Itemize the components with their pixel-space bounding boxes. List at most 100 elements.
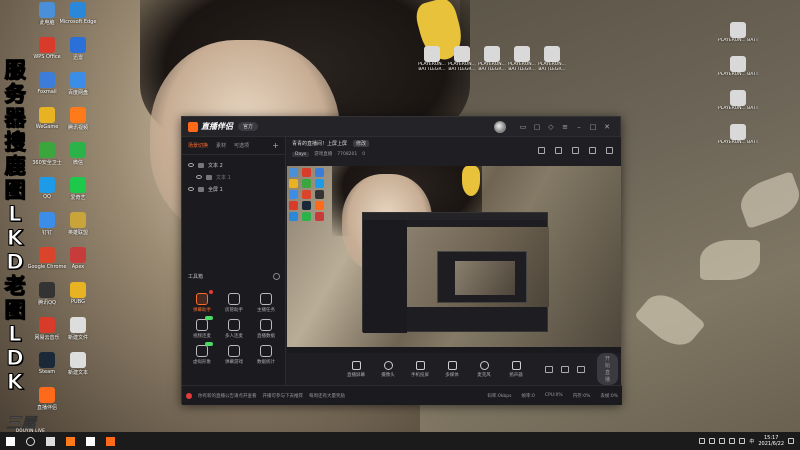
- app-icon: [39, 107, 55, 123]
- desktop-icon-label: Apex: [71, 264, 85, 270]
- taskbar-livecompanion-icon[interactable]: [100, 432, 120, 450]
- desktop-icon[interactable]: 爱奇艺: [58, 177, 98, 201]
- toolbox-more-icon[interactable]: [273, 273, 280, 280]
- tool-item[interactable]: 房管助手: [218, 293, 250, 313]
- desktop-icon[interactable]: Apex: [58, 247, 98, 270]
- pubg-icon: [730, 22, 746, 38]
- tool-item[interactable]: 弹幕助手: [186, 290, 218, 313]
- eye-icon[interactable]: [188, 163, 194, 167]
- stream-preview[interactable]: [287, 166, 621, 353]
- stat-item: 内存:0%: [572, 393, 591, 399]
- shop-icon[interactable]: [555, 147, 562, 154]
- tool-icon: [260, 293, 272, 305]
- app-logo: 直播伴侣: [188, 121, 233, 132]
- camera-small-icon[interactable]: [545, 365, 553, 373]
- desktop-icon[interactable]: 腾讯视频: [58, 107, 98, 131]
- menu-icon[interactable]: ≡: [558, 120, 572, 134]
- desktop-icon[interactable]: 新建文件: [58, 317, 98, 341]
- clock[interactable]: 15:17 2021/6/22: [758, 435, 784, 447]
- ime-indicator[interactable]: 中: [749, 438, 754, 445]
- volume-tray-icon[interactable]: [739, 438, 746, 444]
- desktop-icon[interactable]: PUBG: [58, 282, 98, 305]
- gift-icon[interactable]: [538, 147, 545, 154]
- source-action[interactable]: 多媒体: [439, 360, 465, 378]
- taskbar-firefox-icon[interactable]: [60, 432, 80, 450]
- start-live-button[interactable]: 开始直播: [597, 353, 619, 385]
- tool-item[interactable]: 数据统计: [250, 345, 282, 365]
- window-titlebar[interactable]: 直播伴侣 官方 ▭ ▢ ◇ ≡ – □ ✕: [182, 117, 620, 137]
- notification-icon[interactable]: [788, 438, 794, 444]
- tool-item[interactable]: 视频连麦: [186, 316, 218, 339]
- tool-item[interactable]: 弹幕游戏: [218, 345, 250, 365]
- mic-tray-icon[interactable]: [699, 438, 706, 444]
- pubg-shortcut[interactable]: PLAYERUN... BATTLEGR...: [718, 90, 758, 111]
- skin-icon[interactable]: ◇: [544, 120, 558, 134]
- desktop-icon[interactable]: 直播伴侣: [27, 387, 67, 411]
- tab-options[interactable]: 可选项: [234, 142, 249, 149]
- record-icon[interactable]: [572, 147, 579, 154]
- watermark-char: 务: [4, 82, 26, 107]
- pubg-icon: [454, 46, 470, 62]
- category-pill[interactable]: Days: [292, 151, 310, 157]
- edit-room-button[interactable]: 修改: [353, 139, 370, 147]
- tool-item[interactable]: 主播任务: [250, 293, 282, 313]
- room-meta-type: 游戏直播: [314, 152, 333, 157]
- user-avatar[interactable]: [494, 120, 506, 133]
- tool-label: 直播数据: [257, 334, 275, 339]
- nested-titlebar: [363, 213, 547, 220]
- taskbar-search-icon[interactable]: [20, 432, 40, 450]
- stats-icon[interactable]: [561, 365, 569, 373]
- gear-icon[interactable]: [577, 365, 585, 373]
- close-icon[interactable]: ✕: [600, 120, 614, 134]
- source-action[interactable]: 麦克风: [471, 360, 497, 378]
- app-icon: [39, 352, 55, 368]
- tab-scenes[interactable]: 场景切换: [188, 142, 208, 149]
- output-controls: [545, 365, 585, 373]
- scene-item[interactable]: 文本 2: [182, 159, 285, 171]
- pubg-shortcut[interactable]: PLAYERUN... BATTLEGR...: [718, 124, 758, 145]
- version-badge[interactable]: 官方: [238, 122, 259, 131]
- desktop-icon[interactable]: 微信: [58, 142, 98, 166]
- tool-item[interactable]: 直播数据: [250, 319, 282, 339]
- message-icon[interactable]: ▢: [530, 120, 544, 134]
- settings-icon[interactable]: ▭: [516, 120, 530, 134]
- scene-item[interactable]: 全屏 1: [182, 183, 285, 195]
- pubg-shortcut[interactable]: PLAYERUN... BATTLEGR...: [718, 56, 758, 77]
- desktop-icon[interactable]: Microsoft Edge: [58, 2, 98, 25]
- add-scene-button[interactable]: +: [272, 141, 279, 150]
- eye-icon[interactable]: [196, 175, 202, 179]
- maximize-icon[interactable]: □: [586, 120, 600, 134]
- eye-icon[interactable]: [188, 187, 194, 191]
- taskbar-feishu-icon[interactable]: [80, 432, 100, 450]
- desktop-icon[interactable]: 百度网盘: [58, 72, 98, 96]
- pubg-shortcut[interactable]: PLAYERUN... BATTLEGR...: [532, 46, 572, 72]
- taskbar-task-view-icon[interactable]: [40, 432, 60, 450]
- folder-icon: [206, 174, 212, 180]
- desktop-icon[interactable]: 迅雷: [58, 37, 98, 61]
- tool-item[interactable]: 多人连麦: [218, 319, 250, 339]
- desktop-icon[interactable]: 新建文本: [58, 352, 98, 376]
- source-icon: [415, 360, 425, 370]
- desktop-icon[interactable]: 英雄联盟: [58, 212, 98, 236]
- source-action[interactable]: 扬声器: [503, 360, 529, 378]
- network-tray-icon[interactable]: [709, 438, 716, 444]
- status-notice[interactable]: 你有新的直播公告请点开查看: [198, 393, 257, 399]
- source-action[interactable]: 手机投屏: [407, 360, 433, 378]
- display-tray-icon[interactable]: [719, 438, 726, 444]
- app-icon: [39, 72, 55, 88]
- share-icon[interactable]: [606, 147, 613, 154]
- preview-app-icon: [289, 168, 298, 177]
- taskbar-start-icon[interactable]: [0, 432, 20, 450]
- source-action[interactable]: 直播屏幕: [343, 360, 369, 378]
- scene-item[interactable]: 文本 1: [182, 171, 285, 183]
- tool-label: 弹幕助手: [193, 308, 211, 313]
- minimize-icon[interactable]: –: [572, 120, 586, 134]
- bell-icon[interactable]: [589, 147, 596, 154]
- app-icon: [70, 142, 86, 158]
- pubg-shortcut[interactable]: PLAYERUN... BATTLEGR...: [718, 22, 758, 43]
- wifi-tray-icon[interactable]: [729, 438, 736, 444]
- preview-app-icon: [315, 190, 324, 199]
- source-action[interactable]: 摄像头: [375, 360, 401, 378]
- tab-materials[interactable]: 素材: [216, 142, 226, 149]
- tool-item[interactable]: 虚拟形象: [186, 342, 218, 365]
